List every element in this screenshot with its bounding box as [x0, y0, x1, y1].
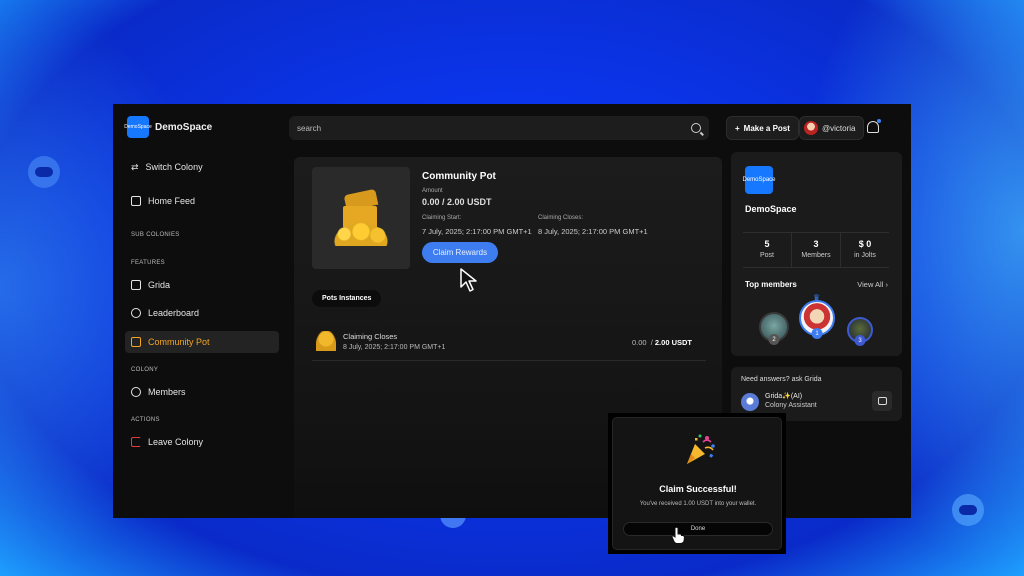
plus-icon: + [735, 123, 740, 133]
rank-badge: 2 [768, 334, 780, 345]
view-all-label: View All [857, 280, 884, 289]
claim-success-modal: Claim Successful! You've received 1.00 U… [612, 417, 782, 550]
section-label-actions: ACTIONS [131, 417, 160, 423]
stat-value: $ 0 [858, 239, 872, 249]
stat-value: 5 [764, 239, 770, 249]
view-all-link[interactable]: View All › [857, 280, 888, 289]
sidebar-item-members[interactable]: Members [125, 381, 279, 403]
row-date: 8 July, 2025; 2:17:00 PM GMT+1 [343, 344, 446, 351]
app-window: DemoSpace DemoSpace + Make a Post @victo… [113, 104, 911, 518]
swap-icon: ⇄ [131, 161, 139, 172]
colony-stats: 5 Post 3 Members $ 0 in Jolts [743, 232, 889, 268]
avatar[interactable]: ♛ 1 [799, 293, 835, 339]
avatar[interactable]: 3 [847, 317, 873, 346]
bell-icon[interactable] [867, 119, 881, 133]
switch-colony-label: Switch Colony [145, 162, 203, 172]
colony-logo: DemoSpace [742, 166, 776, 194]
section-label-sub-colonies: SUB COLONIES [131, 232, 180, 238]
switch-colony-button[interactable]: ⇄ Switch Colony [125, 156, 279, 178]
treasure-chest-icon [316, 331, 336, 351]
claim-close-value: 8 July, 2025; 2:17:00 PM GMT+1 [538, 227, 648, 236]
avatar [804, 121, 818, 135]
brand-name: DemoSpace [155, 121, 213, 133]
open-chat-button[interactable] [872, 391, 892, 411]
tab-pots-instances[interactable]: Pots Instances [312, 290, 382, 307]
sidebar-item-label: Grida [148, 280, 171, 290]
assistant-name: Grida✨(AI) [765, 393, 803, 400]
stat-posts: 5 Post [743, 233, 792, 267]
robot-icon [28, 156, 60, 188]
section-label-features: FEATURES [131, 260, 165, 266]
stat-jolts: $ 0 in Jolts [841, 233, 889, 267]
treasure-chest-icon [131, 337, 141, 347]
stat-members: 3 Members [792, 233, 841, 267]
home-icon [131, 196, 141, 206]
modal-message: You've received 1.00 USDT into your wall… [639, 501, 757, 507]
table-row[interactable]: Claiming Closes 8 July, 2025; 2:17:00 PM… [312, 327, 706, 361]
assistant-role: Colony Assistant [765, 402, 817, 409]
party-popper-icon [687, 434, 715, 464]
stat-label: Post [759, 252, 774, 259]
sidebar-item-leaderboard[interactable]: Leaderboard [125, 302, 279, 324]
sidebar-item-community-pot[interactable]: Community Pot [125, 331, 279, 353]
stat-value: 3 [813, 239, 819, 249]
modal-title: Claim Successful! [659, 484, 737, 494]
sidebar-item-label: Leave Colony [148, 437, 204, 447]
stat-label: Members [801, 252, 831, 259]
sidebar-item-label: Leaderboard [148, 308, 200, 318]
robot-icon [131, 280, 141, 290]
claim-close-label: Claiming Closes: [538, 215, 584, 221]
sidebar-item-label: Community Pot [148, 337, 210, 347]
make-post-button[interactable]: + Make a Post [726, 116, 799, 140]
sidebar-item-grida[interactable]: Grida [125, 274, 279, 296]
hand-pointer-icon [671, 526, 685, 544]
row-amount: 0.00 / 2.00 USDT [631, 338, 692, 347]
row-amount-current: 0.00 [631, 338, 647, 347]
pot-image [312, 167, 410, 269]
sidebar-item-label: Members [148, 387, 186, 397]
search-input[interactable] [297, 123, 677, 133]
users-icon [131, 387, 141, 397]
rank-badge: 1 [811, 328, 823, 339]
brand[interactable]: DemoSpace DemoSpace [124, 116, 213, 138]
row-amount-total: 2.00 USDT [654, 338, 692, 347]
page-title: Community Pot [422, 171, 496, 182]
exit-icon [131, 437, 141, 447]
modal-overlay: Claim Successful! You've received 1.00 U… [608, 413, 786, 554]
avatar[interactable]: 2 [759, 312, 789, 345]
chat-icon [877, 397, 887, 405]
user-menu[interactable]: @victoria [799, 116, 865, 140]
brand-logo: DemoSpace [124, 116, 152, 138]
chevron-right-icon: › [885, 280, 889, 289]
search-bar[interactable] [289, 116, 709, 140]
done-button[interactable]: Done [623, 522, 773, 536]
mouse-pointer-icon [460, 268, 477, 292]
rank-badge: 3 [854, 335, 866, 346]
section-label-colony: COLONY [131, 367, 159, 373]
avatar [741, 393, 759, 411]
search-icon[interactable] [691, 123, 701, 133]
trophy-icon [131, 308, 141, 318]
sidebar-item-leave-colony[interactable]: Leave Colony [125, 431, 279, 453]
colony-name: DemoSpace [745, 204, 797, 214]
treasure-chest-icon [333, 188, 389, 248]
amount-value: 0.00 / 2.00 USDT [422, 197, 492, 207]
assistant-prompt: Need answers? ask Grida [741, 376, 822, 383]
sidebar-item-home-feed[interactable]: Home Feed [125, 190, 279, 212]
claim-start-label: Claiming Start: [422, 215, 462, 221]
top-members-heading: Top members [745, 280, 797, 289]
make-post-label: Make a Post [743, 123, 790, 133]
stat-label: in Jolts [854, 252, 876, 259]
claim-start-value: 7 July, 2025; 2:17:00 PM GMT+1 [422, 227, 532, 236]
claim-rewards-button[interactable]: Claim Rewards [422, 242, 498, 263]
sidebar-item-label: Home Feed [148, 196, 196, 206]
robot-icon [952, 494, 984, 526]
amount-label: Amount [422, 188, 443, 194]
colony-card: DemoSpace DemoSpace 5 Post 3 Members $ 0… [731, 152, 902, 356]
row-title: Claiming Closes [343, 332, 398, 341]
crown-icon: ♛ [813, 293, 821, 302]
user-handle: @victoria [822, 123, 856, 133]
